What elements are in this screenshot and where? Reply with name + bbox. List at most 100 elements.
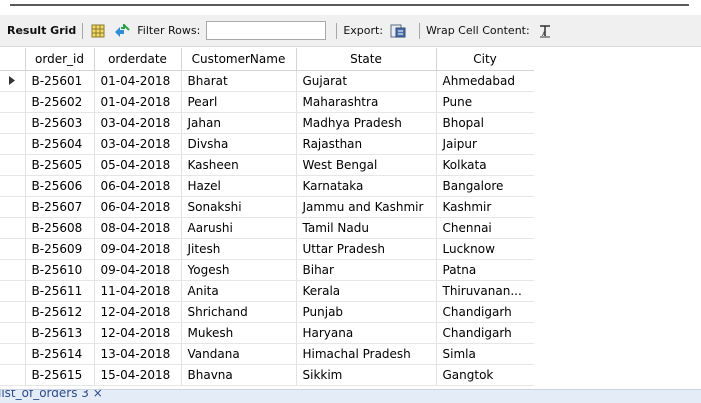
cell-order-id[interactable]: B-25612 [25, 301, 95, 323]
table-row[interactable]: B-25611 11-04-2018 Anita Kerala Thiruvan… [0, 280, 535, 302]
table-row[interactable]: B-25603 03-04-2018 Jahan Madhya Pradesh … [0, 112, 535, 134]
row-header[interactable] [0, 154, 26, 176]
row-header[interactable] [0, 364, 26, 386]
result-tab-list-of-orders[interactable]: list_of_orders 3 × [0, 390, 103, 400]
cell-customername[interactable]: Yogesh [181, 259, 297, 281]
cell-customername[interactable]: Bhavna [181, 364, 297, 386]
cell-orderdate[interactable]: 05-04-2018 [94, 154, 182, 176]
cell-state[interactable]: Tamil Nadu [296, 217, 437, 239]
cell-city[interactable]: Bangalore [436, 175, 535, 197]
cell-orderdate[interactable]: 13-04-2018 [94, 343, 182, 365]
cell-customername[interactable]: Bharat [181, 70, 297, 92]
cell-orderdate[interactable]: 03-04-2018 [94, 133, 182, 155]
cell-city[interactable]: Chandigarh [436, 322, 535, 344]
cell-city[interactable]: Lucknow [436, 238, 535, 260]
cell-state[interactable]: Punjab [296, 301, 437, 323]
column-header-state[interactable]: State [296, 48, 437, 71]
filter-rows-input[interactable] [206, 21, 327, 40]
cell-orderdate[interactable]: 03-04-2018 [94, 112, 182, 134]
row-header[interactable] [0, 259, 26, 281]
cell-order-id[interactable]: B-25601 [25, 70, 95, 92]
result-grid-label[interactable]: Result Grid [7, 24, 76, 37]
cell-state[interactable]: Rajasthan [296, 133, 437, 155]
cell-state[interactable]: Haryana [296, 322, 437, 344]
cell-orderdate[interactable]: 08-04-2018 [94, 217, 182, 239]
table-row[interactable]: B-25602 01-04-2018 Pearl Maharashtra Pun… [0, 91, 535, 113]
table-row[interactable]: B-25604 03-04-2018 Divsha Rajasthan Jaip… [0, 133, 535, 155]
cell-state[interactable]: Bihar [296, 259, 437, 281]
table-row[interactable]: B-25601 01-04-2018 Bharat Gujarat Ahmeda… [0, 70, 535, 92]
cell-order-id[interactable]: B-25615 [25, 364, 95, 386]
cell-customername[interactable]: Aarushi [181, 217, 297, 239]
cell-city[interactable]: Kashmir [436, 196, 535, 218]
cell-orderdate[interactable]: 09-04-2018 [94, 259, 182, 281]
cell-customername[interactable]: Anita [181, 280, 297, 302]
cell-orderdate[interactable]: 12-04-2018 [94, 301, 182, 323]
refresh-icon[interactable] [113, 22, 131, 40]
row-header[interactable] [0, 133, 26, 155]
cell-customername[interactable]: Jahan [181, 112, 297, 134]
cell-orderdate[interactable]: 15-04-2018 [94, 364, 182, 386]
cell-orderdate[interactable]: 01-04-2018 [94, 91, 182, 113]
row-header[interactable] [0, 112, 26, 134]
cell-customername[interactable]: Mukesh [181, 322, 297, 344]
row-header[interactable] [0, 238, 26, 260]
cell-order-id[interactable]: B-25611 [25, 280, 95, 302]
cell-state[interactable]: Maharashtra [296, 91, 437, 113]
column-header-city[interactable]: City [436, 48, 535, 71]
cell-customername[interactable]: Hazel [181, 175, 297, 197]
row-header[interactable] [0, 196, 26, 218]
export-icon[interactable] [389, 22, 407, 40]
row-header[interactable] [0, 91, 26, 113]
cell-city[interactable]: Patna [436, 259, 535, 281]
row-header[interactable] [0, 343, 26, 365]
grid-view-icon[interactable] [89, 22, 107, 40]
table-row[interactable]: B-25612 12-04-2018 Shrichand Punjab Chan… [0, 301, 535, 323]
column-header-orderdate[interactable]: orderdate [94, 48, 182, 71]
cell-city[interactable]: Ahmedabad [436, 70, 535, 92]
table-row[interactable]: B-25609 09-04-2018 Jitesh Uttar Pradesh … [0, 238, 535, 260]
table-row[interactable]: B-25614 13-04-2018 Vandana Himachal Prad… [0, 343, 535, 365]
column-header-customername[interactable]: CustomerName [181, 48, 297, 71]
cell-orderdate[interactable]: 09-04-2018 [94, 238, 182, 260]
cell-city[interactable]: Simla [436, 343, 535, 365]
cell-customername[interactable]: Sonakshi [181, 196, 297, 218]
row-header[interactable] [0, 217, 26, 239]
cell-state[interactable]: West Bengal [296, 154, 437, 176]
cell-city[interactable]: Gangtok [436, 364, 535, 386]
cell-customername[interactable]: Shrichand [181, 301, 297, 323]
table-row[interactable]: B-25606 06-04-2018 Hazel Karnataka Banga… [0, 175, 535, 197]
cell-customername[interactable]: Pearl [181, 91, 297, 113]
row-header[interactable] [0, 280, 26, 302]
cell-city[interactable]: Chandigarh [436, 301, 535, 323]
cell-state[interactable]: Jammu and Kashmir [296, 196, 437, 218]
table-row[interactable]: B-25607 06-04-2018 Sonakshi Jammu and Ka… [0, 196, 535, 218]
cell-state[interactable]: Uttar Pradesh [296, 238, 437, 260]
cell-order-id[interactable]: B-25603 [25, 112, 95, 134]
cell-city[interactable]: Thiruvanan... [436, 280, 535, 302]
cell-orderdate[interactable]: 11-04-2018 [94, 280, 182, 302]
cell-state[interactable]: Gujarat [296, 70, 437, 92]
cell-customername[interactable]: Kasheen [181, 154, 297, 176]
cell-city[interactable]: Jaipur [436, 133, 535, 155]
cell-orderdate[interactable]: 06-04-2018 [94, 175, 182, 197]
cell-orderdate[interactable]: 01-04-2018 [94, 70, 182, 92]
cell-city[interactable]: Pune [436, 91, 535, 113]
cell-state[interactable]: Kerala [296, 280, 437, 302]
cell-customername[interactable]: Divsha [181, 133, 297, 155]
table-row[interactable]: B-25610 09-04-2018 Yogesh Bihar Patna [0, 259, 535, 281]
cell-customername[interactable]: Vandana [181, 343, 297, 365]
table-row[interactable]: B-25613 12-04-2018 Mukesh Haryana Chandi… [0, 322, 535, 344]
cell-order-id[interactable]: B-25607 [25, 196, 95, 218]
row-header[interactable] [0, 322, 26, 344]
cell-customername[interactable]: Jitesh [181, 238, 297, 260]
cell-city[interactable]: Bhopal [436, 112, 535, 134]
cell-order-id[interactable]: B-25610 [25, 259, 95, 281]
cell-state[interactable]: Karnataka [296, 175, 437, 197]
cell-order-id[interactable]: B-25608 [25, 217, 95, 239]
cell-state[interactable]: Himachal Pradesh [296, 343, 437, 365]
row-header[interactable] [0, 175, 26, 197]
cell-order-id[interactable]: B-25604 [25, 133, 95, 155]
cell-state[interactable]: Madhya Pradesh [296, 112, 437, 134]
table-row[interactable]: B-25605 05-04-2018 Kasheen West Bengal K… [0, 154, 535, 176]
